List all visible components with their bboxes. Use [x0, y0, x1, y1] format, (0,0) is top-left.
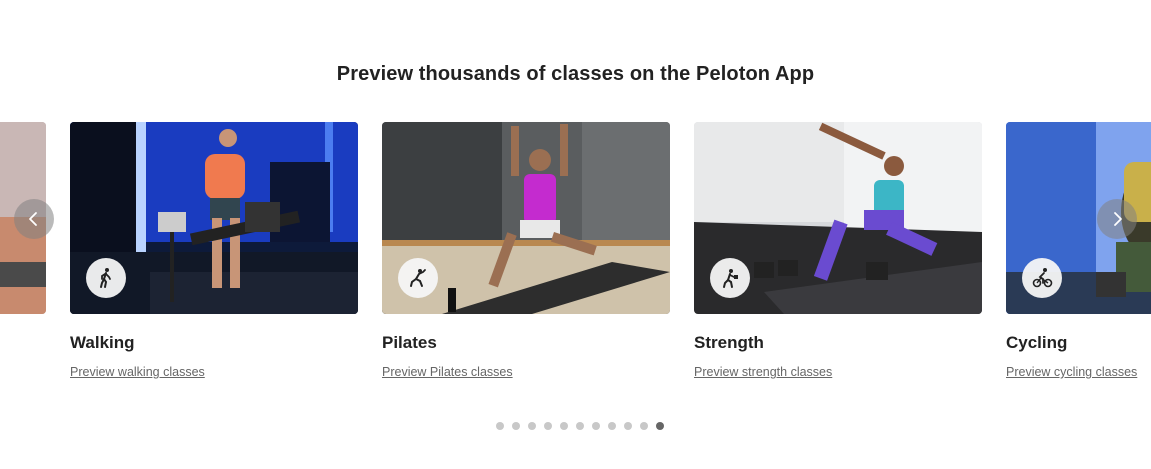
pagination-dot[interactable] — [496, 422, 504, 430]
class-carousel[interactable]: Walking Preview walking classes Pilates … — [0, 122, 1151, 392]
cycling-icon — [1032, 268, 1053, 288]
pagination-dot[interactable] — [512, 422, 520, 430]
walking-icon — [100, 268, 111, 288]
preview-strength-link[interactable]: Preview strength classes — [694, 365, 832, 379]
pilates-icon — [410, 269, 426, 287]
pagination-dot[interactable] — [656, 422, 664, 430]
strength-icon — [723, 269, 738, 288]
card-title: Cycling — [1006, 333, 1068, 352]
pagination-dot[interactable] — [608, 422, 616, 430]
chevron-right-icon — [1114, 212, 1122, 226]
carousel-card-walking[interactable]: Walking Preview walking classes — [70, 122, 358, 379]
pagination-dot[interactable] — [624, 422, 632, 430]
strength-icon-badge — [710, 258, 750, 298]
pagination-dot[interactable] — [640, 422, 648, 430]
cycling-icon-badge — [1022, 258, 1062, 298]
pagination-dot[interactable] — [544, 422, 552, 430]
pagination-dot[interactable] — [560, 422, 568, 430]
card-title: Strength — [694, 333, 764, 352]
card-image[interactable] — [694, 122, 982, 314]
preview-cycling-link[interactable]: Preview cycling classes — [1006, 365, 1137, 379]
card-image[interactable] — [70, 122, 358, 314]
preview-walking-link[interactable]: Preview walking classes — [70, 365, 205, 379]
page-heading: Preview thousands of classes on the Pelo… — [336, 63, 815, 85]
pilates-icon-badge — [398, 258, 438, 298]
preview-pilates-link[interactable]: Preview Pilates classes — [382, 365, 513, 379]
carousel-prev-button[interactable] — [14, 199, 54, 239]
card-title: Walking — [70, 333, 135, 352]
card-image[interactable] — [382, 122, 670, 314]
card-title: Pilates — [382, 333, 437, 352]
carousel-card-pilates[interactable]: Pilates Preview Pilates classes — [382, 122, 670, 379]
pagination-dot[interactable] — [576, 422, 584, 430]
pagination-dot[interactable] — [528, 422, 536, 430]
walking-icon-badge — [86, 258, 126, 298]
carousel-next-button[interactable] — [1097, 199, 1137, 239]
carousel-card-strength[interactable]: Strength Preview strength classes — [694, 122, 982, 379]
chevron-left-icon — [29, 212, 37, 226]
carousel-pagination — [496, 422, 664, 432]
pagination-dot[interactable] — [592, 422, 600, 430]
